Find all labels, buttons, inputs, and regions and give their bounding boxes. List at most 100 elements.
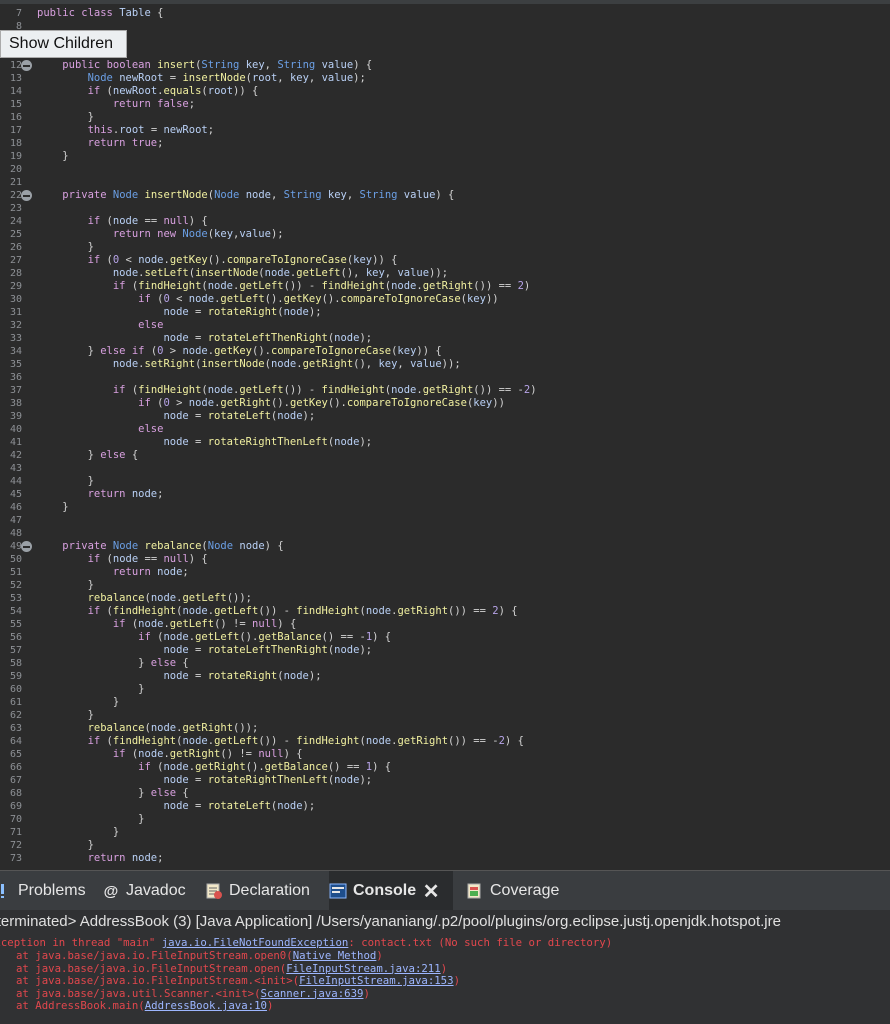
code-line[interactable]: 64 if (findHeight(node.getLeft()) - find… bbox=[0, 735, 890, 748]
code-line[interactable]: 41 node = rotateRightThenLeft(node); bbox=[0, 436, 890, 449]
line-number: 44 bbox=[9, 476, 22, 487]
code-line[interactable]: 36 bbox=[0, 371, 890, 384]
code-text: } bbox=[37, 839, 94, 851]
code-line[interactable]: 27 if (0 < node.getKey().compareToIgnore… bbox=[0, 254, 890, 267]
line-number: 30 bbox=[9, 294, 22, 305]
source-link[interactable]: AddressBook.java:10 bbox=[145, 999, 267, 1012]
code-line[interactable]: 39 node = rotateLeft(node); bbox=[0, 410, 890, 423]
code-line[interactable]: 28 node.setLeft(insertNode(node.getLeft(… bbox=[0, 267, 890, 280]
close-icon[interactable]: ✕ bbox=[422, 881, 440, 903]
line-number: 31 bbox=[9, 307, 22, 318]
code-editor[interactable]: 7 public class Table {8 Node root;1112 pu… bbox=[0, 0, 890, 870]
code-line[interactable]: 16 } bbox=[0, 111, 890, 124]
tab-javadoc[interactable]: @ Javadoc bbox=[102, 871, 202, 911]
code-line[interactable]: 46 } bbox=[0, 501, 890, 514]
code-line[interactable]: 57 node = rotateLeftThenRight(node); bbox=[0, 644, 890, 657]
code-line[interactable]: 53 rebalance(node.getLeft()); bbox=[0, 592, 890, 605]
code-line[interactable]: 19 } bbox=[0, 150, 890, 163]
code-line[interactable]: 32 else bbox=[0, 319, 890, 332]
code-line[interactable]: 44 } bbox=[0, 475, 890, 488]
code-text: } else { bbox=[37, 449, 139, 461]
code-text: return node; bbox=[87, 852, 164, 864]
code-line[interactable]: 55 if (node.getLeft() != null) { bbox=[0, 618, 890, 631]
code-line[interactable]: 33 node = rotateLeftThenRight(node); bbox=[0, 332, 890, 345]
code-line[interactable]: 37 if (findHeight(node.getLeft()) - find… bbox=[0, 384, 890, 397]
code-line[interactable]: 65 if (node.getRight() != null) { bbox=[0, 748, 890, 761]
code-line[interactable]: 25 return new Node(key,value); bbox=[0, 228, 890, 241]
collapse-icon[interactable] bbox=[21, 60, 32, 71]
code-line[interactable]: 42 } else { bbox=[0, 449, 890, 462]
code-line[interactable]: 66 if (node.getRight().getBalance() == 1… bbox=[0, 761, 890, 774]
stack-frame: at java.base/java.io.FileInputStream.ope… bbox=[16, 949, 383, 962]
code-line[interactable]: 70 } bbox=[0, 813, 890, 826]
source-link[interactable]: FileInputStream.java:153 bbox=[299, 974, 453, 987]
code-line[interactable]: 21 bbox=[0, 176, 890, 189]
line-number: 49 bbox=[9, 541, 22, 552]
code-line[interactable]: 30 if (0 < node.getLeft().getKey().compa… bbox=[0, 293, 890, 306]
tab-declaration[interactable]: Declaration bbox=[205, 871, 329, 911]
code-line[interactable]: 49 private Node rebalance(Node node) { bbox=[0, 540, 890, 553]
code-line[interactable]: 15 return false; bbox=[0, 98, 890, 111]
code-line[interactable]: 34 } else if (0 > node.getKey().compareT… bbox=[0, 345, 890, 358]
code-line[interactable]: 17 this.root = newRoot; bbox=[0, 124, 890, 137]
code-line[interactable]: 59 node = rotateRight(node); bbox=[0, 670, 890, 683]
code-line[interactable]: 60 } bbox=[0, 683, 890, 696]
code-line[interactable]: 73 return node; bbox=[0, 852, 890, 865]
code-line[interactable]: 7 public class Table { bbox=[0, 7, 890, 20]
code-line[interactable]: 54 if (findHeight(node.getLeft()) - find… bbox=[0, 605, 890, 618]
console-output[interactable]: <terminated> AddressBook (3) [Java Appli… bbox=[0, 910, 890, 1024]
code-line[interactable]: 43 bbox=[0, 462, 890, 475]
javadoc-icon: @ bbox=[103, 882, 119, 900]
code-line[interactable]: 48 bbox=[0, 527, 890, 540]
collapse-icon[interactable] bbox=[21, 190, 32, 201]
code-line[interactable]: 71 } bbox=[0, 826, 890, 839]
source-link[interactable]: FileInputStream.java:211 bbox=[286, 962, 440, 975]
code-line[interactable]: 8 bbox=[0, 20, 890, 33]
exception-class-link[interactable]: java.io.FileNotFoundException bbox=[162, 936, 349, 949]
code-line[interactable]: 69 node = rotateLeft(node); bbox=[0, 800, 890, 813]
tab-coverage[interactable]: Coverage bbox=[466, 871, 576, 911]
code-line[interactable]: 18 return true; bbox=[0, 137, 890, 150]
source-link[interactable]: Scanner.java:639 bbox=[261, 987, 364, 1000]
code-line[interactable]: 26 } bbox=[0, 241, 890, 254]
code-line[interactable]: 47 bbox=[0, 514, 890, 527]
code-line[interactable]: 68 } else { bbox=[0, 787, 890, 800]
code-line[interactable]: Node root; bbox=[0, 33, 890, 46]
code-line[interactable]: 61 } bbox=[0, 696, 890, 709]
code-text: } bbox=[37, 683, 145, 695]
source-link[interactable]: Native Method bbox=[293, 949, 377, 962]
line-number: 51 bbox=[9, 567, 22, 578]
code-line[interactable]: 56 if (node.getLeft().getBalance() == -1… bbox=[0, 631, 890, 644]
code-line[interactable]: 63 rebalance(node.getRight()); bbox=[0, 722, 890, 735]
code-line[interactable]: 13 Node newRoot = insertNode(root, key, … bbox=[0, 72, 890, 85]
code-line[interactable]: 31 node = rotateRight(node); bbox=[0, 306, 890, 319]
line-number: 45 bbox=[9, 489, 22, 500]
code-line[interactable]: 45 return node; bbox=[0, 488, 890, 501]
code-line[interactable]: 67 node = rotateRightThenLeft(node); bbox=[0, 774, 890, 787]
line-number: 18 bbox=[9, 138, 22, 149]
code-line[interactable]: 52 } bbox=[0, 579, 890, 592]
collapse-icon[interactable] bbox=[21, 541, 32, 552]
code-line[interactable]: 58 } else { bbox=[0, 657, 890, 670]
code-line[interactable]: 24 if (node == null) { bbox=[0, 215, 890, 228]
code-line[interactable]: 38 if (0 > node.getRight().getKey().comp… bbox=[0, 397, 890, 410]
code-text: return node; bbox=[87, 488, 164, 500]
code-line[interactable]: 50 if (node == null) { bbox=[0, 553, 890, 566]
code-line[interactable]: 62 } bbox=[0, 709, 890, 722]
code-line[interactable]: 40 else bbox=[0, 423, 890, 436]
code-line[interactable]: 29 if (findHeight(node.getLeft()) - find… bbox=[0, 280, 890, 293]
tab-console[interactable]: Console ✕ bbox=[329, 871, 453, 911]
code-line[interactable]: 22 private Node insertNode(Node node, St… bbox=[0, 189, 890, 202]
code-text: if (newRoot.equals(root)) { bbox=[87, 85, 259, 97]
code-line[interactable]: 72 } bbox=[0, 839, 890, 852]
tab-problems[interactable]: Problems bbox=[0, 871, 90, 911]
code-line[interactable]: 20 bbox=[0, 163, 890, 176]
code-line[interactable]: 14 if (newRoot.equals(root)) { bbox=[0, 85, 890, 98]
line-number: 22 bbox=[9, 190, 22, 201]
code-line[interactable]: 12 public boolean insert(String key, Str… bbox=[0, 59, 890, 72]
code-line[interactable]: 35 node.setRight(insertNode(node.getRigh… bbox=[0, 358, 890, 371]
code-line[interactable]: 51 return node; bbox=[0, 566, 890, 579]
code-line[interactable]: 11 bbox=[0, 46, 890, 59]
code-text: if (findHeight(node.getLeft()) - findHei… bbox=[112, 280, 531, 292]
code-line[interactable]: 23 bbox=[0, 202, 890, 215]
